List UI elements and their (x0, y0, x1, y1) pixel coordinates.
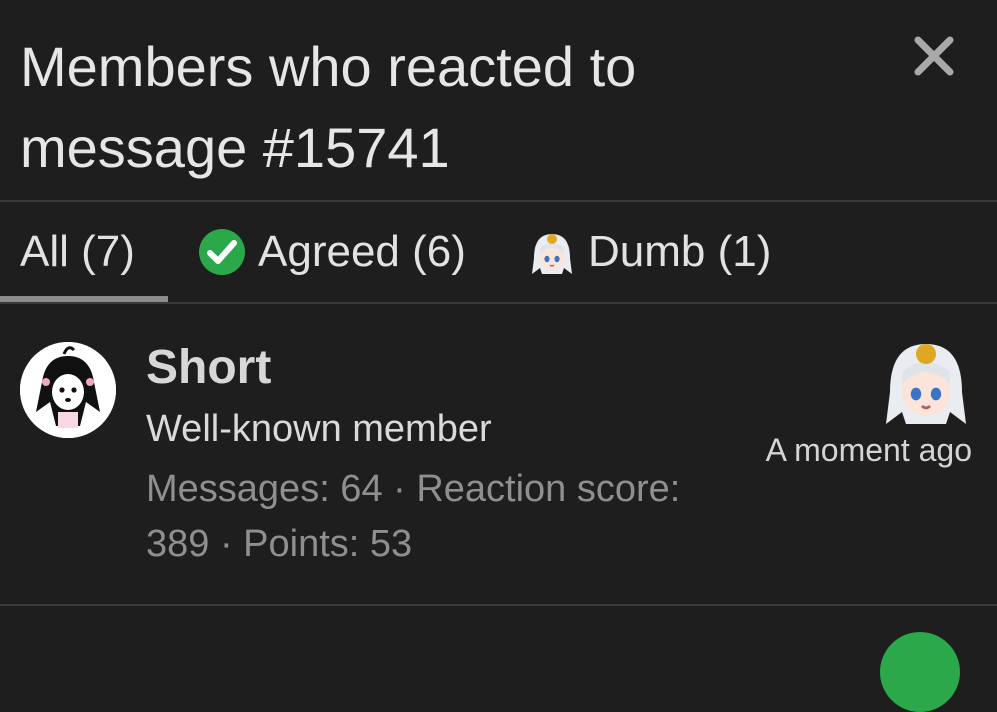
dialog-title: Members who reacted to message #15741 (20, 35, 637, 179)
tab-dumb-label: Dumb (1) (588, 227, 772, 276)
tab-agreed[interactable]: Agreed (6) (198, 202, 466, 302)
check-circle-icon (198, 228, 246, 276)
reaction-tabs: All (7) Agreed (6) Dumb (1) (0, 202, 997, 304)
avatar[interactable] (880, 632, 960, 712)
tab-all[interactable]: All (7) (0, 202, 168, 302)
member-stats: Messages: 64 · Reaction score: 389 · Poi… (146, 468, 681, 565)
tab-all-label: All (7) (20, 227, 135, 276)
member-title: Well-known member (146, 408, 492, 450)
tab-dumb[interactable]: Dumb (1) (528, 202, 771, 302)
list-item: Short Well-known member Messages: 64 · R… (0, 304, 997, 606)
member-name[interactable]: Short (146, 340, 271, 395)
dialog-header: Members who reacted to message #15741 (0, 0, 997, 202)
close-icon[interactable] (908, 30, 960, 82)
reaction-time: A moment ago (765, 432, 972, 468)
anime-face-icon (528, 228, 576, 276)
tab-agreed-label: Agreed (6) (258, 227, 466, 276)
anime-face-icon (878, 332, 974, 428)
avatar[interactable] (20, 342, 116, 438)
